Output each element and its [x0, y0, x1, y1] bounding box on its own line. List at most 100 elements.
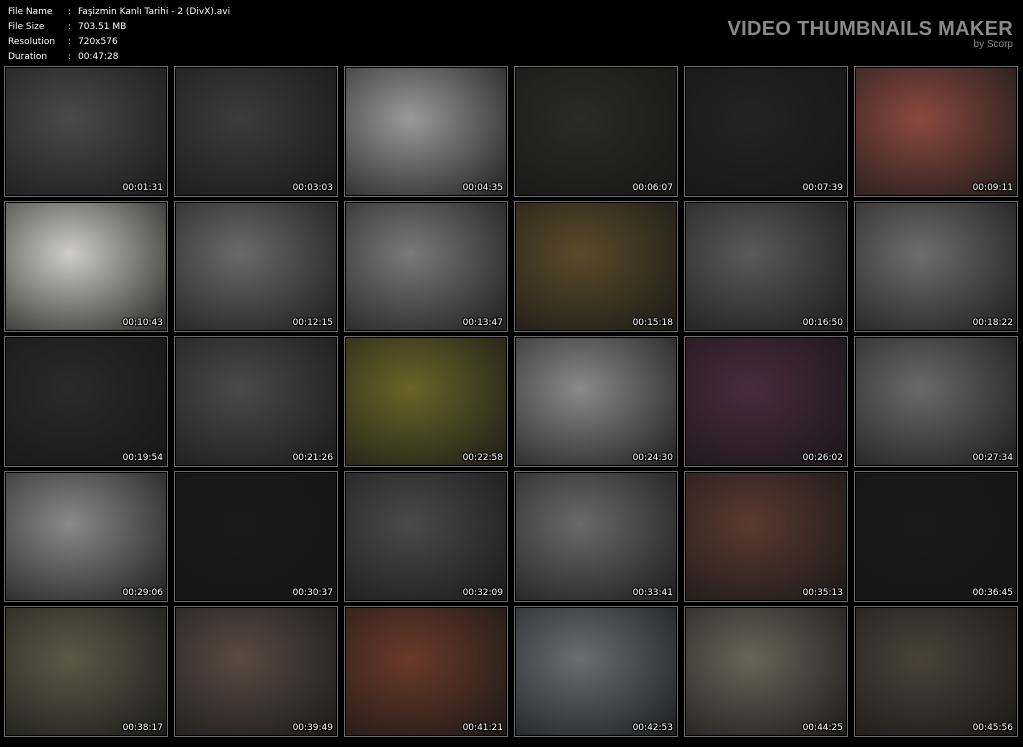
video-thumbnail: 00:10:43 [4, 201, 168, 332]
thumbnail-timestamp: 00:27:34 [972, 453, 1013, 463]
video-thumbnail: 00:18:22 [854, 201, 1018, 332]
thumbnail-timestamp: 00:45:56 [972, 723, 1013, 733]
video-thumbnail: 00:12:15 [174, 201, 338, 332]
video-thumbnail: 00:15:18 [514, 201, 678, 332]
thumbnail-timestamp: 00:35:13 [802, 588, 843, 598]
video-thumbnail: 00:09:11 [854, 66, 1018, 197]
brand-watermark: VIDEO THUMBNAILS MAKER by Scorp [728, 18, 1014, 50]
thumbnail-frame-image [686, 203, 846, 330]
file-size-value: 703.51 MB [78, 22, 127, 32]
thumbnail-timestamp: 00:44:25 [802, 723, 843, 733]
thumbnail-timestamp: 00:32:09 [462, 588, 503, 598]
thumbnail-timestamp: 00:07:39 [802, 183, 843, 193]
video-thumbnail: 00:30:37 [174, 471, 338, 602]
thumbnail-timestamp: 00:03:03 [292, 183, 333, 193]
video-thumbnail: 00:07:39 [684, 66, 848, 197]
thumbnail-timestamp: 00:33:41 [632, 588, 673, 598]
file-info-row-name: File Name : Faşizmin Kanlı Tarihi - 2 (D… [8, 5, 230, 20]
video-thumbnail: 00:39:49 [174, 606, 338, 737]
thumbnail-timestamp: 00:26:02 [802, 453, 843, 463]
thumbnail-frame-image [176, 68, 336, 195]
thumbnail-timestamp: 00:21:26 [292, 453, 333, 463]
file-info-row-resolution: Resolution : 720x576 [8, 35, 230, 50]
thumbnail-frame-image [346, 68, 506, 195]
thumbnail-frame-image [176, 608, 336, 735]
brand-title: VIDEO THUMBNAILS MAKER [727, 18, 1013, 40]
thumbnail-frame-image [686, 473, 846, 600]
thumbnail-frame-image [686, 338, 846, 465]
thumbnail-frame-image [856, 68, 1016, 195]
video-thumbnail: 00:04:35 [344, 66, 508, 197]
file-info-panel: File Name : Faşizmin Kanlı Tarihi - 2 (D… [8, 5, 230, 65]
thumbnail-timestamp: 00:18:22 [972, 318, 1013, 328]
thumbnail-frame-image [686, 68, 846, 195]
thumbnail-frame-image [6, 473, 166, 600]
thumbnail-timestamp: 00:36:45 [972, 588, 1013, 598]
thumbnail-frame-image [516, 338, 676, 465]
thumbnail-timestamp: 00:12:15 [292, 318, 333, 328]
video-thumbnail: 00:38:17 [4, 606, 168, 737]
resolution-value: 720x576 [78, 37, 118, 47]
thumbnail-frame-image [686, 608, 846, 735]
video-thumbnail: 00:13:47 [344, 201, 508, 332]
thumbnail-timestamp: 00:22:58 [462, 453, 503, 463]
thumbnail-timestamp: 00:29:06 [122, 588, 163, 598]
file-info-key: Resolution [8, 37, 56, 47]
video-thumbnail: 00:26:02 [684, 336, 848, 467]
thumbnail-frame-image [516, 203, 676, 330]
video-thumbnail: 00:21:26 [174, 336, 338, 467]
file-info-key: Duration [8, 52, 48, 62]
thumbnail-timestamp: 00:30:37 [292, 588, 333, 598]
video-thumbnail: 00:35:13 [684, 471, 848, 602]
thumbnail-frame-image [6, 608, 166, 735]
file-info-key: File Name [8, 7, 53, 17]
thumbnail-frame-image [516, 608, 676, 735]
video-thumbnail: 00:19:54 [4, 336, 168, 467]
video-thumbnail: 00:22:58 [344, 336, 508, 467]
thumbnail-frame-image [516, 473, 676, 600]
file-info-row-duration: Duration : 00:47:28 [8, 50, 230, 65]
thumbnail-frame-image [346, 338, 506, 465]
file-info-key: File Size [8, 22, 45, 32]
thumbnail-frame-image [6, 68, 166, 195]
thumbnail-frame-image [6, 338, 166, 465]
thumbnail-frame-image [856, 338, 1016, 465]
thumbnail-timestamp: 00:38:17 [122, 723, 163, 733]
thumbnail-timestamp: 00:39:49 [292, 723, 333, 733]
thumbnail-grid: 00:01:31 00:03:03 00:04:35 00:06:07 00:07:39… [4, 66, 1020, 744]
thumbnail-frame-image [6, 203, 166, 330]
video-thumbnail: 00:24:30 [514, 336, 678, 467]
video-thumbnail: 00:33:41 [514, 471, 678, 602]
thumbnail-frame-image [856, 608, 1016, 735]
video-thumbnail: 00:27:34 [854, 336, 1018, 467]
video-thumbnail: 00:45:56 [854, 606, 1018, 737]
thumbnail-frame-image [856, 203, 1016, 330]
thumbnail-frame-image [856, 473, 1016, 600]
thumbnail-timestamp: 00:10:43 [122, 318, 163, 328]
thumbnail-timestamp: 00:06:07 [632, 183, 673, 193]
video-thumbnail: 00:16:50 [684, 201, 848, 332]
thumbnail-timestamp: 00:15:18 [632, 318, 673, 328]
thumbnail-frame-image [346, 608, 506, 735]
thumbnail-timestamp: 00:04:35 [462, 183, 503, 193]
thumbnail-timestamp: 00:24:30 [632, 453, 673, 463]
file-name-value: Faşizmin Kanlı Tarihi - 2 (DivX).avi [78, 7, 231, 17]
video-thumbnail: 00:29:06 [4, 471, 168, 602]
video-thumbnail: 00:32:09 [344, 471, 508, 602]
video-thumbnail: 00:36:45 [854, 471, 1018, 602]
duration-value: 00:47:28 [78, 52, 119, 62]
thumbnail-timestamp: 00:01:31 [122, 183, 163, 193]
thumbnail-frame-image [176, 473, 336, 600]
video-thumbnail: 00:01:31 [4, 66, 168, 197]
video-thumbnail: 00:41:21 [344, 606, 508, 737]
video-thumbnail: 00:06:07 [514, 66, 678, 197]
file-info-row-size: File Size : 703.51 MB [8, 20, 230, 35]
video-thumbnail: 00:42:53 [514, 606, 678, 737]
thumbnail-frame-image [176, 338, 336, 465]
thumbnail-frame-image [346, 473, 506, 600]
thumbnail-timestamp: 00:16:50 [802, 318, 843, 328]
thumbnail-timestamp: 00:09:11 [972, 183, 1013, 193]
thumbnail-timestamp: 00:42:53 [632, 723, 673, 733]
thumbnail-frame-image [176, 203, 336, 330]
thumbnail-frame-image [516, 68, 676, 195]
